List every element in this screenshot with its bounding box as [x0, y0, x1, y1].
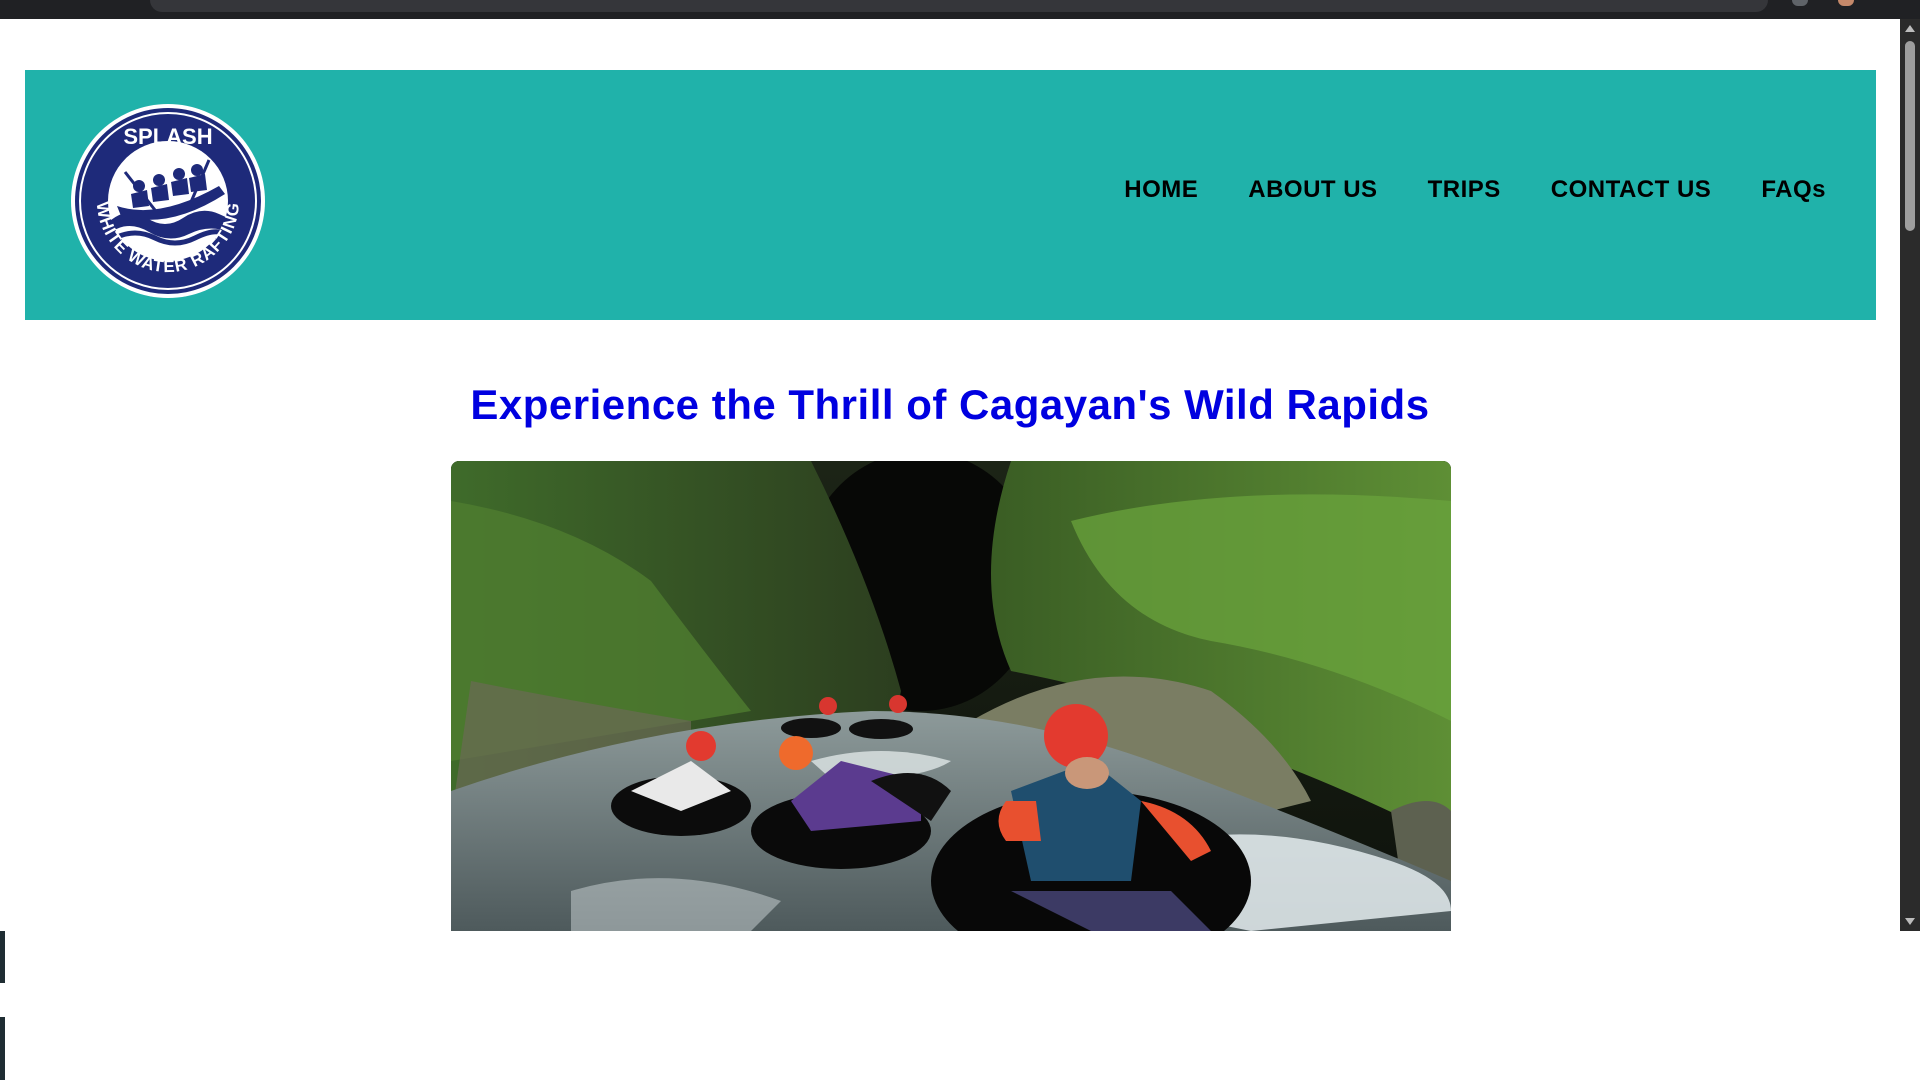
- browser-toolbar: [0, 0, 1920, 19]
- logo-top-text: SPLASH: [123, 124, 212, 149]
- river-tubing-photo: [451, 461, 1451, 931]
- address-bar[interactable]: [150, 0, 1768, 12]
- edge-marker: [0, 1017, 5, 1080]
- splash-logo-graphic: SPLASH WHITE WATER RAFTING: [71, 104, 265, 298]
- scroll-up-arrow-icon[interactable]: [1905, 25, 1915, 32]
- main-nav: HOME ABOUT US TRIPS CONTACT US FAQs: [1124, 176, 1826, 204]
- site-header: SPLASH WHITE WATER RAFTING HOME ABOUT US…: [25, 70, 1876, 320]
- scrollbar-thumb[interactable]: [1905, 41, 1915, 231]
- nav-about-us[interactable]: ABOUT US: [1248, 176, 1377, 204]
- nav-trips[interactable]: TRIPS: [1428, 176, 1501, 204]
- edge-marker: [0, 931, 5, 983]
- scroll-down-arrow-icon[interactable]: [1905, 918, 1915, 925]
- vertical-scrollbar[interactable]: [1900, 19, 1920, 931]
- nav-home[interactable]: HOME: [1124, 176, 1198, 204]
- splash-logo[interactable]: SPLASH WHITE WATER RAFTING: [69, 102, 267, 300]
- profile-avatar-icon[interactable]: [1838, 0, 1854, 6]
- hero-image: [451, 461, 1451, 931]
- extension-icon[interactable]: [1792, 0, 1808, 6]
- hero-title: Experience the Thrill of Cagayan's Wild …: [470, 381, 1430, 428]
- nav-contact-us[interactable]: CONTACT US: [1551, 176, 1712, 204]
- nav-faqs[interactable]: FAQs: [1761, 176, 1826, 204]
- page-viewport: SPLASH WHITE WATER RAFTING HOME ABOUT US…: [0, 19, 1900, 931]
- blank-area: [0, 931, 1920, 1080]
